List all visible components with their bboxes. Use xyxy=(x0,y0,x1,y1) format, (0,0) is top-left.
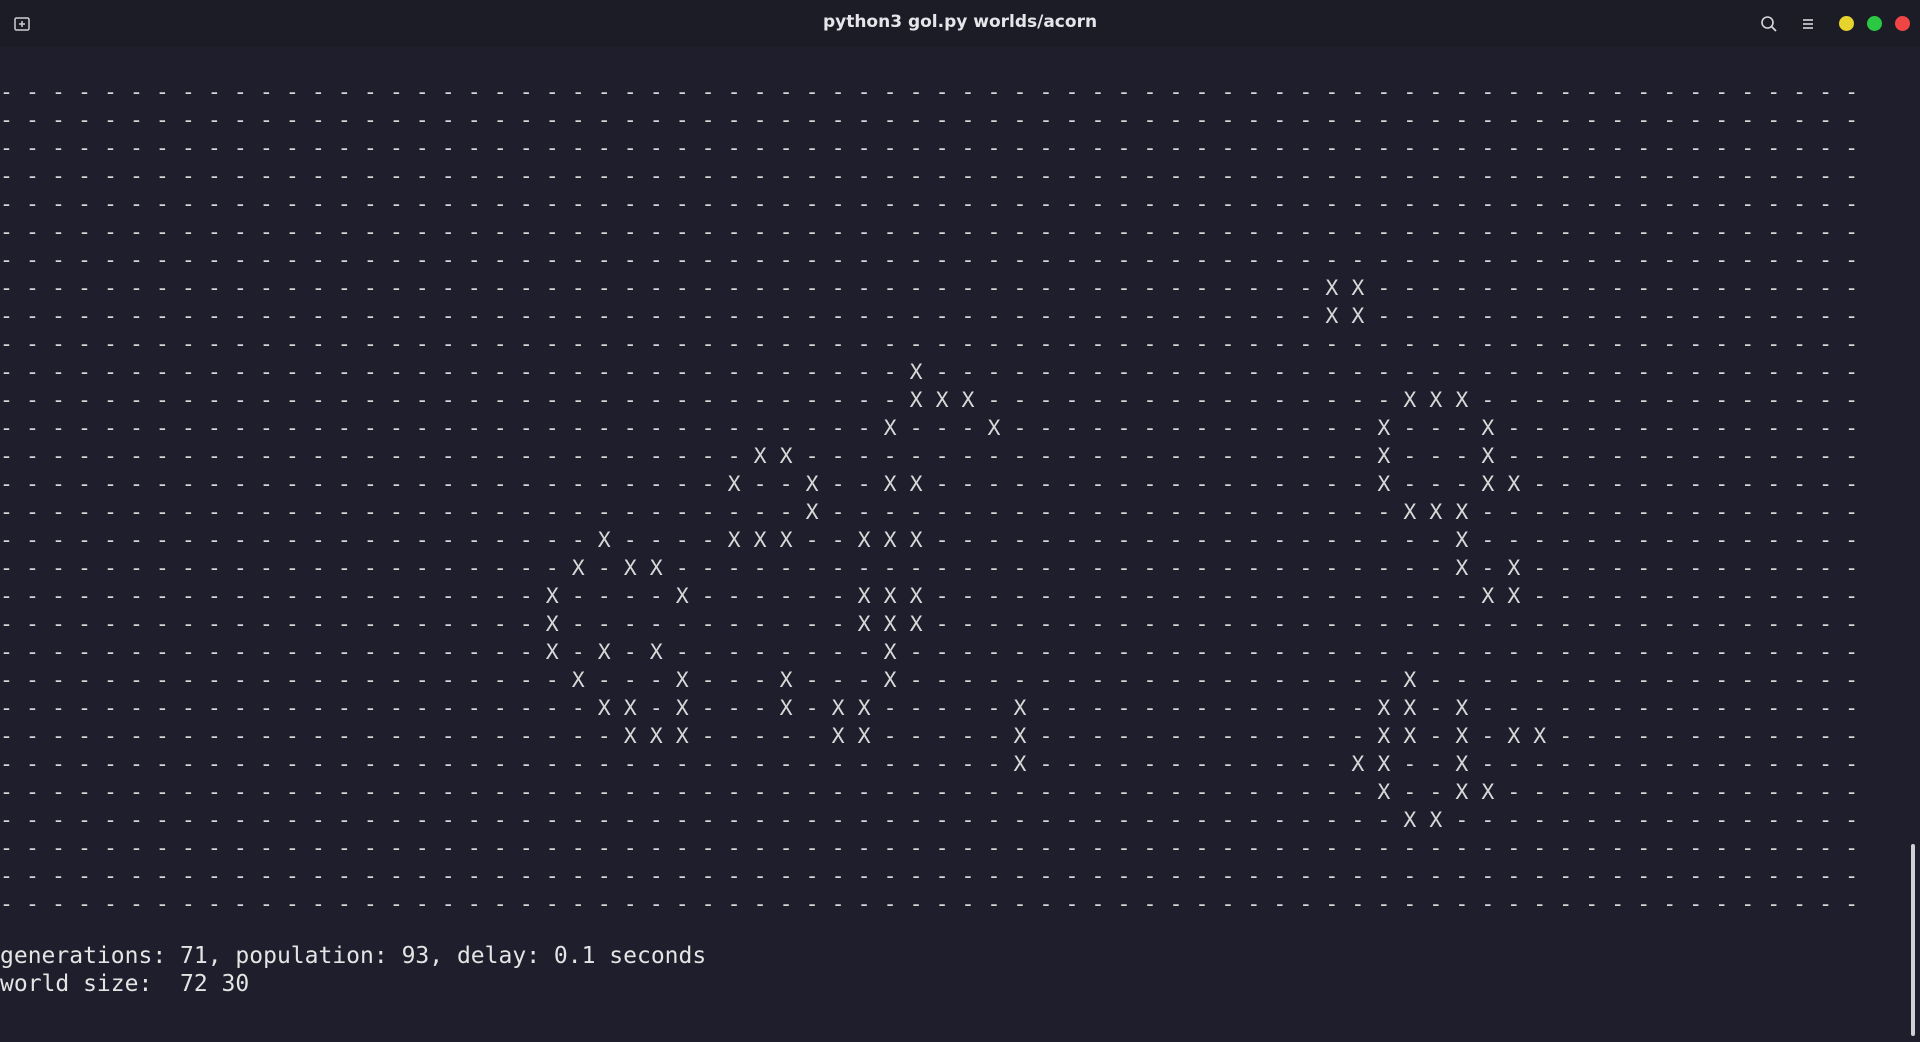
status-world-size-line: world size: 72 30 xyxy=(0,971,250,997)
grid-row: - - - - - - - - - - - - - - - - - - - - … xyxy=(0,360,1859,385)
status-text: generations: 71, population: 93, delay: … xyxy=(0,942,706,998)
terminal-output[interactable]: - - - - - - - - - - - - - - - - - - - - … xyxy=(0,47,1906,1042)
grid-row: - - - - - - - - - - - - - - - - - - - - … xyxy=(0,780,1859,805)
scrollbar-thumb[interactable] xyxy=(1911,844,1915,1036)
grid-row: - - - - - - - - - - - - - - - - - - - - … xyxy=(0,388,1859,413)
grid-row: - - - - - - - - - - - - - - - - - - - - … xyxy=(0,864,1859,889)
terminal-window: python3 gol.py worlds/acorn - - - - - - … xyxy=(0,0,1920,1042)
grid-row: - - - - - - - - - - - - - - - - - - - - … xyxy=(0,892,1859,917)
grid-row: - - - - - - - - - - - - - - - - - - - - … xyxy=(0,696,1859,721)
world-grid: - - - - - - - - - - - - - - - - - - - - … xyxy=(0,79,1858,919)
grid-row: - - - - - - - - - - - - - - - - - - - - … xyxy=(0,276,1859,301)
grid-row: - - - - - - - - - - - - - - - - - - - - … xyxy=(0,640,1859,665)
grid-row: - - - - - - - - - - - - - - - - - - - - … xyxy=(0,612,1859,637)
grid-row: - - - - - - - - - - - - - - - - - - - - … xyxy=(0,724,1859,749)
status-generations-line: generations: 71, population: 93, delay: … xyxy=(0,943,707,969)
grid-row: - - - - - - - - - - - - - - - - - - - - … xyxy=(0,584,1859,609)
hamburger-menu-icon[interactable] xyxy=(1797,13,1819,35)
grid-row: - - - - - - - - - - - - - - - - - - - - … xyxy=(0,164,1859,189)
grid-row: - - - - - - - - - - - - - - - - - - - - … xyxy=(0,108,1859,133)
maximize-button[interactable] xyxy=(1867,16,1882,31)
grid-row: - - - - - - - - - - - - - - - - - - - - … xyxy=(0,304,1859,329)
window-title: python3 gol.py worlds/acorn xyxy=(822,12,1098,32)
grid-row: - - - - - - - - - - - - - - - - - - - - … xyxy=(0,416,1859,441)
search-icon[interactable] xyxy=(1758,13,1780,35)
grid-row: - - - - - - - - - - - - - - - - - - - - … xyxy=(0,500,1859,525)
grid-row: - - - - - - - - - - - - - - - - - - - - … xyxy=(0,556,1859,581)
grid-row: - - - - - - - - - - - - - - - - - - - - … xyxy=(0,80,1859,105)
close-button[interactable] xyxy=(1895,16,1910,31)
grid-row: - - - - - - - - - - - - - - - - - - - - … xyxy=(0,808,1859,833)
title-bar: python3 gol.py worlds/acorn xyxy=(0,0,1920,47)
grid-row: - - - - - - - - - - - - - - - - - - - - … xyxy=(0,836,1859,861)
grid-row: - - - - - - - - - - - - - - - - - - - - … xyxy=(0,332,1859,357)
grid-row: - - - - - - - - - - - - - - - - - - - - … xyxy=(0,528,1859,553)
grid-row: - - - - - - - - - - - - - - - - - - - - … xyxy=(0,444,1859,469)
grid-row: - - - - - - - - - - - - - - - - - - - - … xyxy=(0,752,1859,777)
grid-row: - - - - - - - - - - - - - - - - - - - - … xyxy=(0,668,1859,693)
grid-row: - - - - - - - - - - - - - - - - - - - - … xyxy=(0,472,1859,497)
grid-row: - - - - - - - - - - - - - - - - - - - - … xyxy=(0,248,1859,273)
grid-row: - - - - - - - - - - - - - - - - - - - - … xyxy=(0,136,1859,161)
minimize-button[interactable] xyxy=(1839,16,1854,31)
grid-row: - - - - - - - - - - - - - - - - - - - - … xyxy=(0,220,1859,245)
grid-row: - - - - - - - - - - - - - - - - - - - - … xyxy=(0,192,1859,217)
scrollbar[interactable] xyxy=(1906,47,1920,1042)
